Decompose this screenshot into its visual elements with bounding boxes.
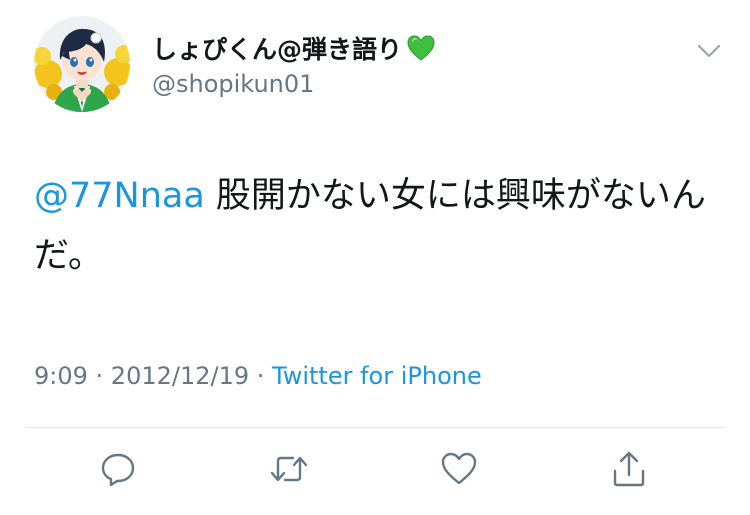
display-name[interactable]: しょぴくん@弾き語り	[152, 30, 402, 66]
action-bar	[0, 446, 750, 496]
user-handle[interactable]: @shopikun01	[152, 70, 314, 98]
meta-separator: ·	[249, 362, 273, 390]
like-icon	[439, 449, 479, 489]
tweet-source-link[interactable]: Twitter for iPhone	[272, 362, 482, 390]
reply-icon	[98, 449, 138, 489]
avatar-image	[34, 16, 130, 112]
mention-link[interactable]: @77Nnaa	[34, 176, 205, 216]
meta-separator: ·	[87, 362, 111, 390]
tweet-text: @77Nnaa 股開かない女には興味がないんだ。	[34, 166, 714, 286]
tweet-date[interactable]: 2012/12/19	[111, 362, 249, 390]
green-heart-icon	[406, 33, 436, 63]
tweet-meta: 9:09 · 2012/12/19 · Twitter for iPhone	[34, 362, 482, 390]
retweet-button[interactable]	[266, 446, 312, 492]
avatar[interactable]	[34, 16, 130, 112]
divider	[25, 427, 725, 428]
reply-button[interactable]	[95, 446, 141, 492]
tweet-detail: しょぴくん@弾き語り @shopikun01 @77Nnaa 股開かない女には興…	[0, 0, 750, 515]
share-button[interactable]	[606, 446, 652, 492]
like-button[interactable]	[436, 446, 482, 492]
display-name-row[interactable]: しょぴくん@弾き語り	[152, 30, 436, 66]
retweet-icon	[268, 449, 310, 489]
tweet-time[interactable]: 9:09	[34, 362, 88, 390]
chevron-down-icon[interactable]	[695, 40, 723, 62]
share-icon	[609, 449, 649, 489]
